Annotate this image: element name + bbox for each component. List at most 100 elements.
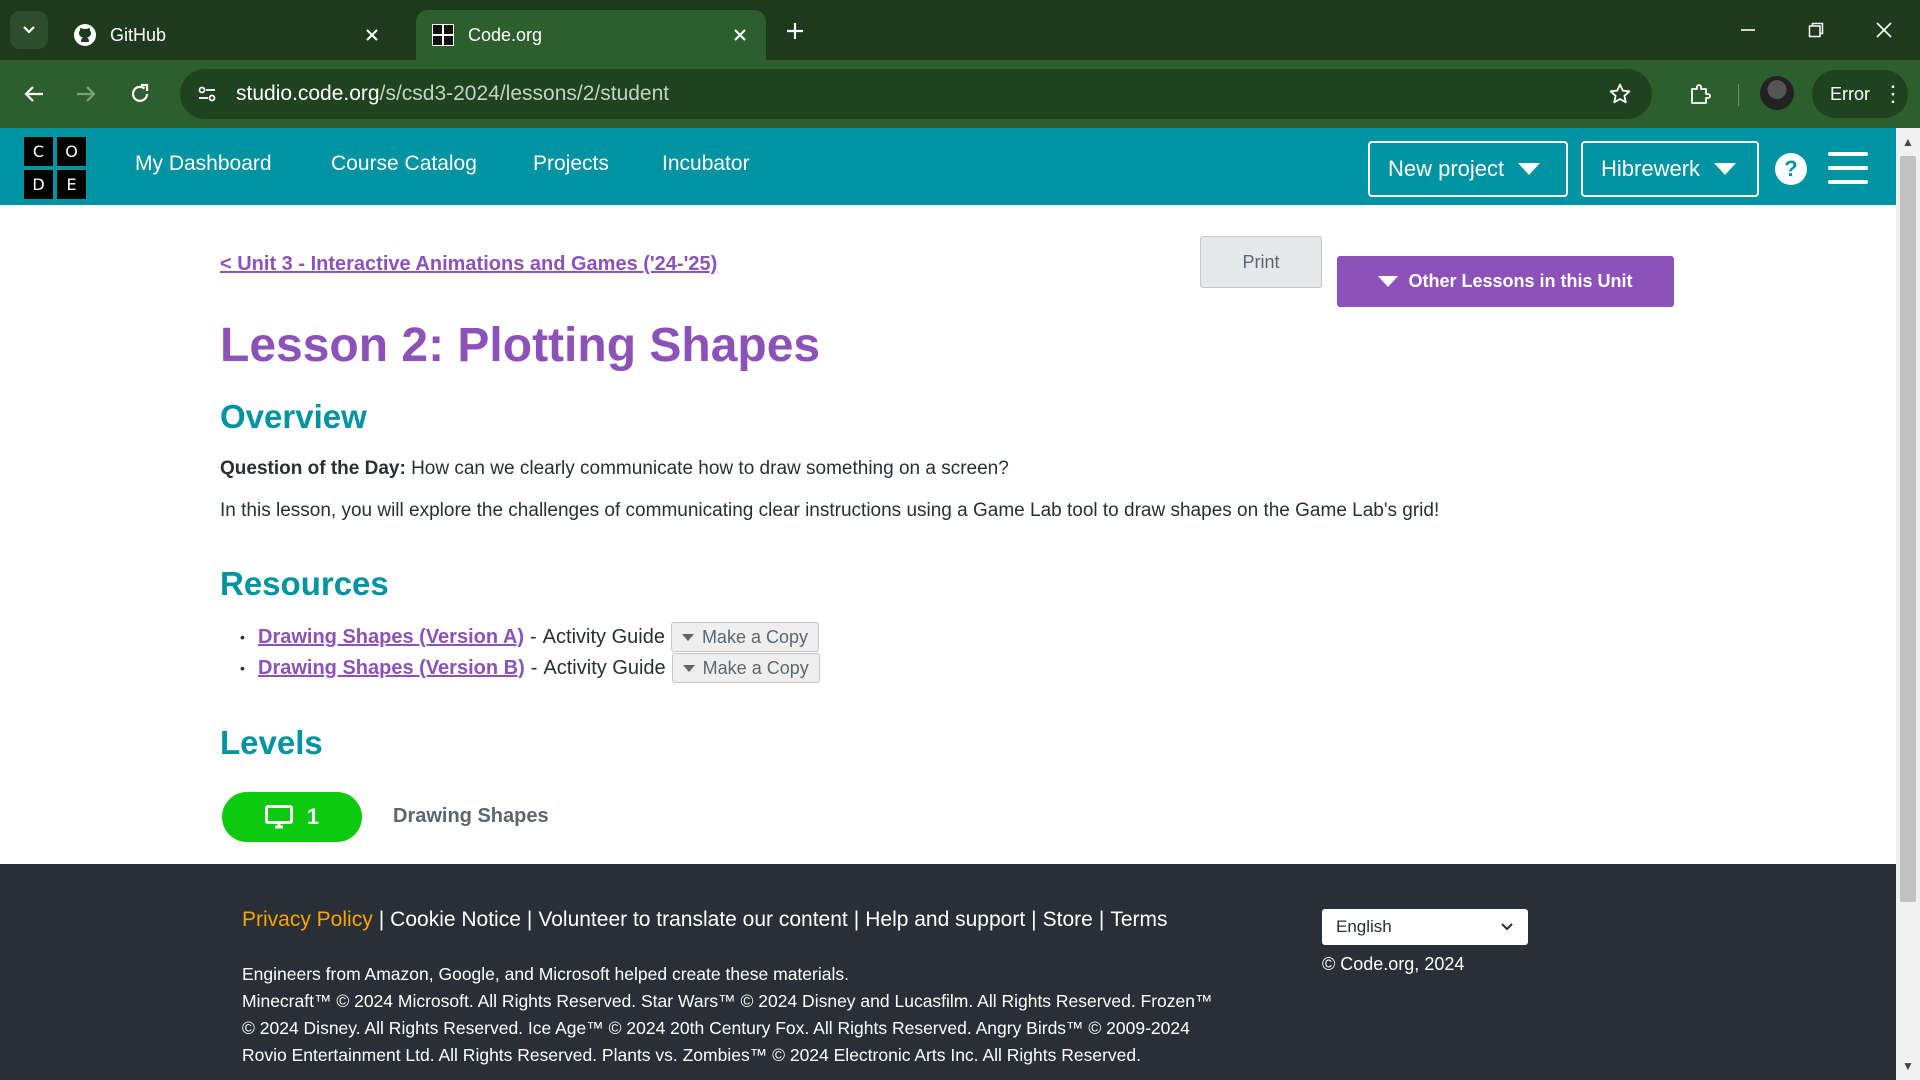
nav-course-catalog[interactable]: Course Catalog: [331, 152, 477, 176]
print-button[interactable]: Print: [1200, 236, 1322, 288]
tab-search-button[interactable]: [10, 11, 48, 49]
browser-toolbar: studio.code.org/s/csd3-2024/lessons/2/st…: [0, 60, 1920, 128]
restore-button[interactable]: [1792, 10, 1840, 50]
code-org-logo[interactable]: C O D E: [24, 137, 86, 199]
make-a-copy-button[interactable]: Make a Copy: [670, 622, 819, 652]
caret-down-icon: [681, 633, 694, 641]
help-icon[interactable]: ?: [1775, 153, 1807, 185]
divider: |: [1098, 908, 1105, 931]
logo-letter: C: [24, 137, 53, 166]
scrollbar-thumb[interactable]: [1900, 156, 1916, 902]
help-support-link[interactable]: Help and support: [865, 908, 1025, 931]
level-number: 1: [306, 804, 320, 829]
legal-line: Rovio Entertainment Ltd. All Rights Rese…: [242, 1045, 1141, 1065]
overview-heading: Overview: [220, 398, 367, 435]
tab-code-org[interactable]: Code.org: [416, 10, 766, 60]
privacy-policy-link[interactable]: Privacy Policy: [242, 908, 373, 931]
resource-type: Activity Guide: [542, 625, 665, 648]
divider: |: [853, 908, 860, 931]
nav-my-dashboard[interactable]: My Dashboard: [135, 152, 272, 176]
caret-down-icon: [1518, 163, 1541, 175]
other-lessons-dropdown[interactable]: Other Lessons in this Unit: [1337, 256, 1674, 307]
cookie-notice-link[interactable]: Cookie Notice: [390, 908, 521, 931]
site-info-icon[interactable]: [190, 77, 224, 111]
separator: -: [530, 656, 538, 679]
make-a-copy-label: Make a Copy: [701, 626, 808, 647]
user-name-label: Hibrewerk: [1601, 156, 1701, 181]
nav-projects[interactable]: Projects: [533, 152, 609, 176]
qotd-label: Question of the Day:: [220, 458, 406, 479]
tab-title: GitHub: [110, 24, 167, 45]
language-value: English: [1336, 917, 1392, 936]
monitor-icon: [264, 805, 293, 829]
resource-type: Activity Guide: [543, 656, 666, 679]
resource-item: • Drawing Shapes (Version B) - Activity …: [240, 653, 820, 683]
page-scrollbar[interactable]: ▲ ▼: [1896, 128, 1920, 1080]
chevron-down-icon: [1501, 923, 1513, 931]
bookmark-star-icon[interactable]: [1606, 80, 1634, 108]
extensions-button[interactable]: [1680, 74, 1720, 114]
level-name[interactable]: Drawing Shapes: [393, 805, 549, 828]
close-window-button[interactable]: [1860, 10, 1908, 50]
chevron-down-icon: [23, 26, 35, 34]
unit-back-link[interactable]: < Unit 3 - Interactive Animations and Ga…: [220, 253, 717, 276]
logo-letter: O: [57, 137, 86, 166]
terms-link[interactable]: Terms: [1110, 908, 1167, 931]
divider: |: [1031, 908, 1037, 931]
language-select[interactable]: English: [1322, 909, 1528, 945]
caret-down-icon: [1378, 276, 1399, 287]
scroll-down-arrow-icon[interactable]: ▼: [1896, 1056, 1920, 1076]
hamburger-menu-icon[interactable]: [1828, 152, 1868, 184]
bullet: •: [240, 629, 245, 645]
tab-github[interactable]: GitHub: [58, 10, 398, 60]
profile-error-button[interactable]: Error ⋮: [1812, 70, 1908, 118]
url-host: studio.code.org: [236, 82, 380, 105]
kebab-menu-icon: ⋮: [1882, 81, 1904, 106]
resource-item: • Drawing Shapes (Version A) - Activity …: [240, 622, 819, 652]
user-menu-button[interactable]: Hibrewerk: [1581, 141, 1759, 197]
url-path: /s/csd3-2024/lessons/2/student: [379, 82, 670, 105]
bullet: •: [240, 660, 245, 676]
new-project-label: New project: [1388, 156, 1505, 181]
resource-link[interactable]: Drawing Shapes (Version A): [258, 626, 524, 649]
site-footer: Privacy Policy | Cookie Notice | Volunteer t…: [0, 864, 1896, 1080]
caret-down-icon: [1714, 163, 1737, 175]
separator: -: [530, 625, 537, 648]
divider: |: [378, 908, 385, 931]
minimize-button[interactable]: [1724, 10, 1772, 50]
toolbar-divider: [1738, 84, 1739, 106]
divider: |: [526, 908, 533, 931]
address-bar[interactable]: studio.code.org/s/csd3-2024/lessons/2/st…: [180, 69, 1652, 119]
back-button[interactable]: [14, 74, 54, 114]
lesson-description: In this lesson, you will explore the cha…: [220, 500, 1440, 521]
close-tab-icon[interactable]: [360, 23, 384, 47]
nav-incubator[interactable]: Incubator: [662, 152, 750, 176]
puzzle-icon: [1691, 84, 1711, 104]
site-header: C O D E My Dashboard Course Catalog Proj…: [0, 128, 1896, 205]
plus-icon: [787, 23, 803, 39]
profile-status-label: Error: [1830, 83, 1870, 104]
store-link[interactable]: Store: [1043, 908, 1093, 931]
forward-button[interactable]: [66, 74, 106, 114]
levels-heading: Levels: [220, 724, 323, 761]
translate-link[interactable]: Volunteer to translate our content: [538, 908, 847, 931]
qotd-text: How can we clearly communicate how to dr…: [405, 458, 1009, 479]
level-bubble[interactable]: 1: [222, 792, 362, 842]
make-a-copy-label: Make a Copy: [702, 657, 809, 678]
close-tab-icon[interactable]: [728, 23, 752, 47]
reload-button[interactable]: [120, 74, 160, 114]
resource-link[interactable]: Drawing Shapes (Version B): [258, 657, 525, 680]
make-a-copy-button[interactable]: Make a Copy: [671, 653, 820, 683]
close-icon: [1876, 22, 1892, 38]
legal-line: Minecraft™ © 2024 Microsoft. All Rights …: [242, 991, 1213, 1011]
arrow-left-icon: [24, 86, 43, 102]
legal-line: © 2024 Disney. All Rights Reserved. Ice …: [242, 1018, 1190, 1038]
profile-avatar[interactable]: [1760, 76, 1794, 110]
arrow-right-icon: [77, 86, 96, 102]
scroll-up-arrow-icon[interactable]: ▲: [1896, 132, 1920, 152]
new-project-button[interactable]: New project: [1368, 141, 1568, 197]
question-of-the-day: Question of the Day: How can we clearly …: [220, 458, 1009, 480]
new-tab-button[interactable]: [778, 14, 812, 48]
caret-down-icon: [682, 664, 695, 672]
other-lessons-label: Other Lessons in this Unit: [1408, 271, 1633, 291]
